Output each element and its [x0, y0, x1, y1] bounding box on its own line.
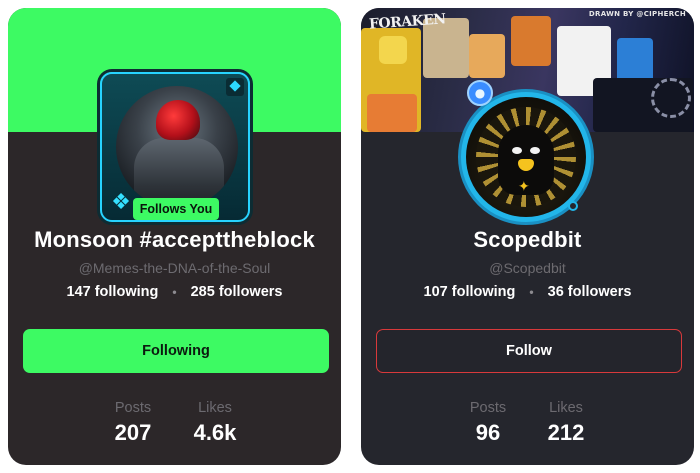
profile-card-scopedbit[interactable]: FORAKEN DRAWN BY @CIPHERCH ✦ ● Scopedbit…: [361, 8, 694, 465]
posts-label: Posts: [469, 400, 507, 416]
likes-stat: Likes 212: [531, 400, 601, 446]
profile-card-monsoon[interactable]: ❖ Follows You Monsoon #accepttheblock @M…: [8, 8, 341, 465]
separator-dot: •: [529, 285, 534, 299]
username-handle: @Memes-the-DNA-of-the-Soul: [78, 260, 271, 276]
likes-label: Likes: [549, 400, 583, 416]
likes-label: Likes: [198, 400, 232, 416]
username-handle: @Scopedbit: [489, 260, 566, 276]
following-button[interactable]: Following: [23, 329, 329, 373]
follow-stats: 107 following • 36 followers: [361, 284, 694, 300]
posts-stat: Posts 207: [98, 400, 168, 446]
following-count[interactable]: 147 following: [67, 284, 159, 300]
ring-dot-icon: [568, 201, 578, 211]
banner-credit-text: DRAWN BY @CIPHERCH: [588, 10, 686, 18]
display-name[interactable]: Scopedbit: [361, 227, 694, 253]
posts-stat: Posts 96: [453, 400, 523, 446]
likes-value: 4.6k: [193, 420, 237, 445]
avatar: ✦: [466, 97, 586, 217]
follow-button[interactable]: Follow: [376, 329, 682, 373]
following-count[interactable]: 107 following: [424, 284, 516, 300]
follows-you-badge: Follows You: [133, 198, 219, 220]
diamond-badge-icon: [226, 78, 244, 96]
followers-count[interactable]: 36 followers: [548, 284, 632, 300]
posts-label: Posts: [114, 400, 152, 416]
emblem-icon: ❖: [111, 190, 131, 215]
posts-value: 96: [475, 420, 501, 445]
followers-count[interactable]: 285 followers: [191, 284, 283, 300]
separator-dot: •: [172, 285, 177, 299]
avatar-frame[interactable]: ❖ Follows You: [100, 72, 250, 222]
posts-value: 207: [114, 420, 152, 445]
bubble-badge-icon: ●: [467, 80, 493, 106]
follow-stats: 147 following • 285 followers: [8, 284, 341, 300]
likes-stat: Likes 4.6k: [180, 400, 250, 446]
likes-value: 212: [547, 420, 585, 445]
display-name[interactable]: Monsoon #accepttheblock: [8, 227, 341, 253]
